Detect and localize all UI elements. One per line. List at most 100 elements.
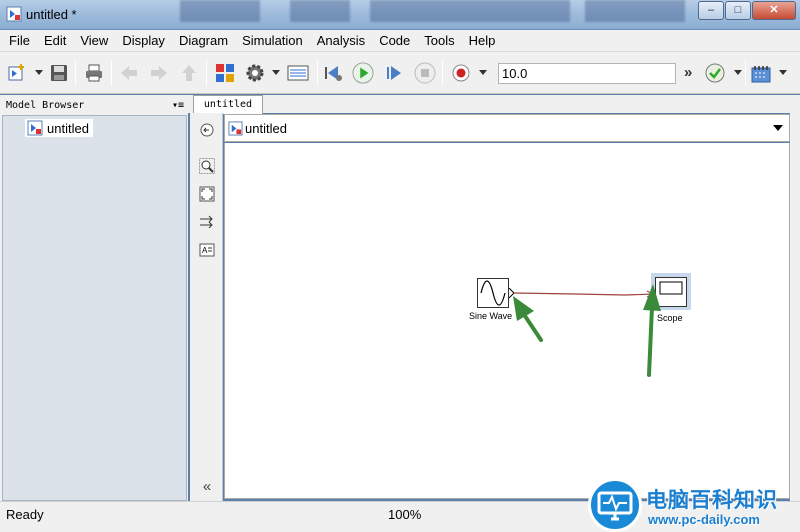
build-icon	[751, 66, 771, 83]
tab-strip: untitled	[188, 95, 800, 114]
window-controls: – □ ✕	[697, 1, 796, 20]
menu-tools[interactable]: Tools	[417, 31, 461, 51]
arrow-right-icon	[151, 66, 167, 80]
close-button[interactable]: ✕	[752, 1, 796, 20]
stop-time-input[interactable]: 10.0	[498, 63, 676, 84]
menu-code[interactable]: Code	[372, 31, 417, 51]
watermark-text: 电脑百科知识	[646, 488, 778, 512]
status-text: Ready	[6, 507, 44, 522]
collapse-palette-button[interactable]: «	[198, 477, 216, 495]
background-blur	[180, 0, 260, 22]
build-button[interactable]	[750, 62, 772, 84]
library-icon	[216, 64, 234, 82]
menu-simulation[interactable]: Simulation	[235, 31, 310, 51]
toolbar-separator	[442, 60, 443, 86]
model-tree: untitled	[2, 115, 187, 501]
menu-display[interactable]: Display	[115, 31, 172, 51]
model-canvas[interactable]: Sine Wave Scope	[224, 143, 790, 499]
stop-button[interactable]	[414, 62, 436, 84]
chevron-down-icon[interactable]	[479, 70, 487, 75]
model-explorer-button[interactable]	[287, 62, 309, 84]
library-browser-button[interactable]	[214, 62, 236, 84]
chevron-down-icon[interactable]	[35, 70, 43, 75]
right-scroll-strip	[790, 113, 800, 501]
model-icon	[228, 121, 243, 136]
save-icon	[51, 65, 67, 81]
up-button[interactable]	[178, 62, 200, 84]
run-button[interactable]	[352, 62, 374, 84]
stop-icon	[414, 62, 436, 84]
background-blur	[585, 0, 685, 22]
step-forward-button[interactable]	[383, 62, 405, 84]
model-browser-header: Model Browser ▾≡	[0, 95, 188, 115]
toolbar-separator	[111, 60, 112, 86]
toolbar-separator	[317, 60, 318, 86]
gear-icon	[246, 64, 264, 82]
window-title: untitled *	[26, 7, 77, 22]
menu-help[interactable]: Help	[462, 31, 503, 51]
annotation-arrow-right	[643, 284, 661, 377]
step-forward-icon	[387, 66, 401, 80]
arrows-right-icon	[200, 215, 213, 229]
panel-menu-icon[interactable]: ▾≡	[172, 100, 184, 111]
record-button[interactable]	[450, 62, 472, 84]
model-browser-panel: Model Browser ▾≡ untitled	[0, 95, 188, 501]
menu-edit[interactable]: Edit	[37, 31, 73, 51]
background-blur	[290, 0, 350, 22]
annotation-arrow-overlay	[513, 284, 661, 377]
model-browser-title: Model Browser	[6, 99, 85, 111]
toolbar-separator	[206, 60, 207, 86]
tab-untitled[interactable]: untitled	[193, 95, 263, 114]
print-button[interactable]	[83, 62, 105, 84]
arrow-left-icon	[121, 66, 137, 80]
annotation-icon: A	[199, 243, 215, 257]
play-icon	[352, 62, 374, 84]
fit-to-view-button[interactable]	[198, 185, 216, 203]
breadcrumb-label: untitled	[245, 121, 287, 136]
model-icon	[27, 120, 43, 136]
zoom-icon	[199, 158, 215, 174]
menu-analysis[interactable]: Analysis	[310, 31, 372, 51]
tree-item-untitled[interactable]: untitled	[25, 119, 93, 137]
monitor-icon	[597, 491, 633, 521]
route-lines-button[interactable]	[198, 213, 216, 231]
minimize-button[interactable]: –	[698, 1, 724, 20]
menu-file[interactable]: File	[2, 31, 37, 51]
chevron-down-icon[interactable]	[734, 70, 742, 75]
annotation-button[interactable]: A	[198, 241, 216, 259]
more-toolbar-button[interactable]: »	[684, 64, 692, 81]
explorer-icon	[287, 65, 309, 81]
menu-view[interactable]: View	[73, 31, 115, 51]
save-button[interactable]	[48, 62, 70, 84]
step-back-button[interactable]	[322, 62, 344, 84]
menu-bar: File Edit View Display Diagram Simulatio…	[0, 30, 800, 52]
step-back-icon	[325, 66, 342, 81]
watermark: 电脑百科知识 www.pc-daily.com	[588, 478, 800, 532]
model-settings-button[interactable]	[244, 62, 266, 84]
record-icon	[452, 64, 470, 82]
simulink-model-icon	[6, 6, 22, 22]
background-blur	[370, 0, 570, 22]
check-icon	[705, 63, 725, 83]
chevron-down-icon[interactable]	[773, 125, 783, 131]
circle-arrow-icon	[200, 123, 214, 137]
maximize-button[interactable]: □	[725, 1, 751, 20]
chevron-down-icon[interactable]	[272, 70, 280, 75]
arrow-up-icon	[182, 65, 196, 81]
editor-palette: A «	[190, 113, 223, 501]
tree-item-label: untitled	[47, 120, 89, 136]
menu-diagram[interactable]: Diagram	[172, 31, 235, 51]
svg-text:A: A	[202, 246, 208, 255]
chevron-down-icon[interactable]	[779, 70, 787, 75]
new-model-button[interactable]	[6, 62, 28, 84]
forward-button[interactable]	[148, 62, 170, 84]
toolbar: 10.0 »	[0, 52, 800, 94]
zoom-level: 100%	[388, 507, 422, 522]
model-advisor-button[interactable]	[704, 62, 726, 84]
toolbar-separator	[75, 60, 76, 86]
new-model-icon	[8, 64, 24, 81]
back-button[interactable]	[118, 62, 140, 84]
breadcrumb[interactable]: untitled	[224, 114, 790, 142]
hide-browser-button[interactable]	[198, 121, 216, 139]
zoom-button[interactable]	[198, 157, 216, 175]
